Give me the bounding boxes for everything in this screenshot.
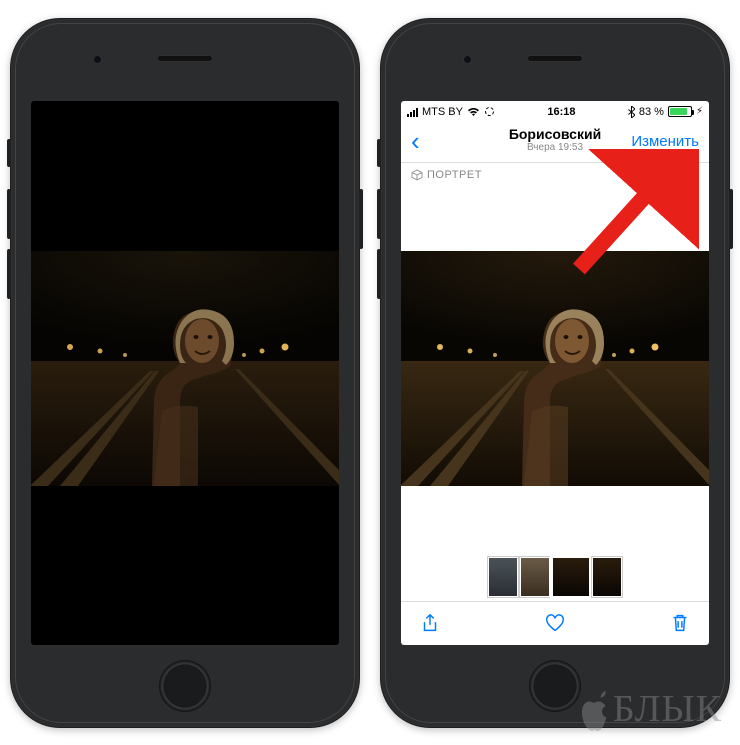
- wifi-icon: [467, 107, 480, 117]
- status-bar: MTS BY 16:18 83 % ⚡︎: [401, 101, 709, 121]
- filmstrip[interactable]: [401, 555, 709, 599]
- apple-icon: [577, 691, 611, 731]
- battery-pct-label: 83 %: [639, 106, 664, 118]
- trash-icon[interactable]: [669, 612, 691, 634]
- signal-icon: [407, 107, 418, 117]
- screen-left: [31, 101, 339, 645]
- phone-right: MTS BY 16:18 83 % ⚡︎ ‹ Борисовский Вчера…: [380, 18, 730, 728]
- bluetooth-icon: [628, 106, 635, 118]
- loading-icon: [484, 106, 495, 117]
- earpiece: [157, 55, 213, 62]
- heart-icon[interactable]: [544, 612, 566, 634]
- thumbnail-selected[interactable]: [552, 557, 590, 597]
- bottom-toolbar: [401, 601, 709, 645]
- battery-icon: [668, 106, 692, 117]
- front-camera: [463, 55, 472, 64]
- thumbnail[interactable]: [520, 557, 550, 597]
- screen-right: MTS BY 16:18 83 % ⚡︎ ‹ Борисовский Вчера…: [401, 101, 709, 645]
- front-camera: [93, 55, 102, 64]
- earpiece: [527, 55, 583, 62]
- carrier-label: MTS BY: [422, 106, 463, 118]
- watermark: БЛЫК: [577, 687, 722, 731]
- back-button[interactable]: ‹: [411, 128, 420, 154]
- watermark-text: БЛЫК: [613, 687, 722, 731]
- cube-icon: [411, 169, 423, 181]
- home-button[interactable]: [529, 660, 581, 712]
- comparison-stage: MTS BY 16:18 83 % ⚡︎ ‹ Борисовский Вчера…: [0, 0, 740, 745]
- clock-label: 16:18: [547, 106, 575, 118]
- share-icon[interactable]: [419, 612, 441, 634]
- home-button[interactable]: [159, 660, 211, 712]
- thumbnail[interactable]: [592, 557, 622, 597]
- portrait-badge: ПОРТРЕТ: [401, 163, 709, 187]
- photo-main[interactable]: [401, 251, 709, 486]
- portrait-badge-label: ПОРТРЕТ: [427, 169, 482, 181]
- nav-bar: ‹ Борисовский Вчера 19:53 Изменить: [401, 121, 709, 163]
- fullscreen-photo[interactable]: [31, 251, 339, 486]
- charging-icon: ⚡︎: [696, 106, 703, 117]
- thumbnail[interactable]: [488, 557, 518, 597]
- edit-button[interactable]: Изменить: [631, 133, 699, 150]
- phone-left: [10, 18, 360, 728]
